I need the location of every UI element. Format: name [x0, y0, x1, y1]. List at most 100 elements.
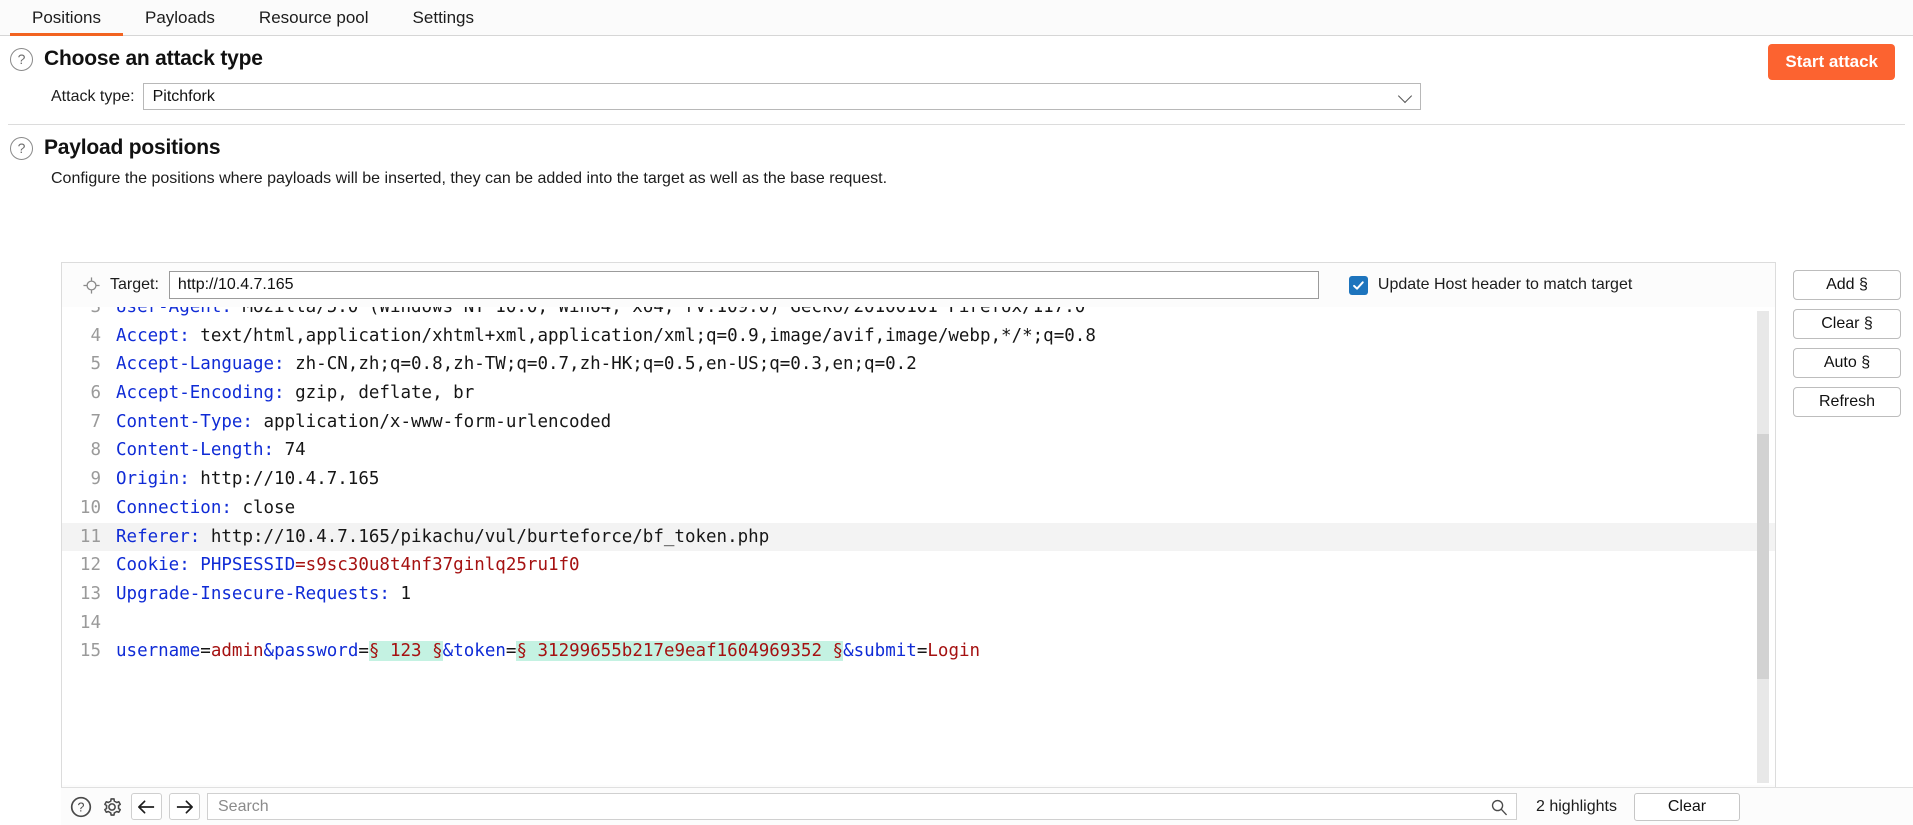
code-line: 14 [62, 609, 1775, 638]
header-value: http://10.4.7.165/pikachu/vul/burteforce… [200, 526, 770, 547]
code-line: 9 Origin: http://10.4.7.165 [62, 465, 1775, 494]
tab-resource-pool-label: Resource pool [258, 7, 369, 27]
code-line: 3 User-Agent: Mozilla/5.0 (Windows NT 10… [62, 307, 1775, 322]
payload-marker-2[interactable]: § 31299655b217e9eaf1604969352 § [516, 641, 844, 662]
tab-payloads[interactable]: Payloads [123, 0, 237, 35]
chevron-down-icon [1397, 88, 1412, 103]
line-number: 12 [79, 555, 101, 576]
tab-settings[interactable]: Settings [391, 0, 496, 35]
code-line: 7 Content-Type: application/x-www-form-u… [62, 408, 1775, 437]
tab-resource-pool[interactable]: Resource pool [237, 0, 391, 35]
header-key: Accept-Language: [116, 354, 285, 375]
line-number: 14 [79, 612, 101, 633]
param-name: &password [263, 641, 359, 662]
left-gutter [0, 524, 61, 825]
header-key: Connection: [116, 497, 232, 518]
payload-positions-heading-row: ? Payload positions [0, 125, 1913, 164]
update-host-header-label: Update Host header to match target [1377, 276, 1633, 293]
arrow-right-icon [176, 799, 193, 814]
code-line: 4 Accept: text/html,application/xhtml+xm… [62, 322, 1775, 351]
payload-positions-heading: Payload positions [44, 136, 221, 159]
code-line: 6 Accept-Encoding: gzip, deflate, br [62, 379, 1775, 408]
param-name: &submit [843, 641, 917, 662]
param-name: username [116, 641, 201, 662]
param-name: &token [442, 641, 506, 662]
checkbox-checked-icon[interactable] [1348, 275, 1368, 295]
back-button[interactable] [131, 793, 162, 820]
header-value: gzip, deflate, br [284, 383, 475, 404]
code-line: 12 Cookie: PHPSESSID=s9sc30u8t4nf37ginlq… [62, 551, 1775, 580]
choose-attack-type-section: ? Choose an attack type Attack type: Pit… [0, 36, 1913, 110]
header-key: Upgrade-Insecure-Requests: [116, 583, 390, 604]
arrow-left-icon [138, 799, 155, 814]
tab-positions[interactable]: Positions [10, 0, 123, 36]
header-value: close [231, 497, 296, 518]
line-number: 8 [90, 440, 101, 461]
http-request-editor[interactable]: 3 User-Agent: Mozilla/5.0 (Windows NT 10… [62, 307, 1775, 785]
line-number: 4 [90, 325, 101, 346]
code-line: 13 Upgrade-Insecure-Requests: 1 [62, 580, 1775, 609]
header-key: Accept: [116, 325, 190, 346]
line-number: 13 [79, 583, 101, 604]
search-field-wrapper[interactable] [207, 793, 1517, 820]
header-key: Content-Length: [116, 440, 275, 461]
param-value: admin [210, 641, 264, 662]
code-line: 8 Content-Length: 74 [62, 436, 1775, 465]
header-value: text/html,application/xhtml+xml,applicat… [189, 325, 1096, 346]
line-number: 3 [90, 307, 101, 317]
request-editor-panel-wrapper: Target: Update Host header to match targ… [0, 262, 1913, 825]
gear-icon[interactable] [100, 795, 124, 819]
payload-positions-section: ? Payload positions Configure the positi… [0, 125, 1913, 188]
code-line: 10 Connection: close [62, 494, 1775, 523]
search-input[interactable] [216, 796, 1508, 817]
attack-type-label: Attack type: [51, 87, 135, 105]
target-input[interactable] [168, 271, 1319, 299]
line-number: 7 [90, 411, 101, 432]
attack-type-heading-row: ? Choose an attack type [0, 36, 1913, 75]
header-value: http://10.4.7.165 [189, 469, 380, 490]
editor-vertical-scrollbar[interactable] [1757, 311, 1769, 783]
clear-highlights-button[interactable]: Clear [1633, 792, 1740, 821]
header-key: Origin: [116, 469, 190, 490]
header-value: zh-CN,zh;q=0.8,zh-TW;q=0.7,zh-HK;q=0.5,e… [284, 354, 917, 375]
question-circle-icon[interactable]: ? [69, 795, 93, 819]
header-key: Referer: [116, 526, 201, 547]
question-circle-icon[interactable]: ? [10, 47, 33, 71]
question-circle-icon[interactable]: ? [10, 136, 33, 160]
target-label: Target: [110, 276, 159, 293]
tab-positions-label: Positions [32, 7, 101, 27]
line-number: 15 [79, 641, 101, 662]
target-row: Target: Update Host header to match targ… [62, 263, 1775, 307]
update-host-header-checkbox-row[interactable]: Update Host header to match target [1348, 275, 1633, 295]
line-number: 9 [90, 469, 101, 490]
header-key: Content-Type: [116, 411, 253, 432]
magnifier-icon[interactable] [1490, 798, 1508, 821]
code-line: 5 Accept-Language: zh-CN,zh;q=0.8,zh-TW;… [62, 350, 1775, 379]
line-number: 10 [79, 497, 101, 518]
header-key: Cookie: [116, 555, 190, 576]
payload-positions-description: Configure the positions where payloads w… [51, 170, 888, 187]
param-value: Login [927, 641, 981, 662]
line-number: 5 [90, 354, 101, 375]
svg-text:?: ? [78, 800, 85, 814]
crosshair-icon [83, 276, 100, 294]
attack-type-selected-value: Pitchfork [152, 87, 215, 105]
header-key: Accept-Encoding: [116, 383, 285, 404]
request-editor-panel: Target: Update Host header to match targ… [61, 262, 1776, 825]
cookie-name: PHPSESSID [189, 555, 296, 576]
code-line: 11 Referer: http://10.4.7.165/pikachu/vu… [62, 522, 1775, 552]
attack-type-select[interactable]: Pitchfork [142, 83, 1421, 110]
tab-payloads-label: Payloads [144, 7, 215, 27]
attack-type-field-row: Attack type: Pitchfork [0, 75, 1913, 110]
start-attack-button[interactable]: Start attack [1768, 44, 1895, 80]
forward-button[interactable] [169, 793, 200, 820]
header-value: 74 [274, 440, 306, 461]
header-value: application/x-www-form-urlencoded [252, 411, 612, 432]
header-value: Mozilla/5.0 (Windows NT 10.0; Win64; x64… [231, 307, 1086, 317]
payload-marker-1[interactable]: § 123 § [368, 641, 443, 662]
highlight-count-label: 2 highlights [1536, 797, 1617, 815]
header-value: 1 [389, 583, 412, 604]
editor-status-bar: ? 2 highlights Clear [61, 787, 1913, 825]
scrollbar-thumb[interactable] [1757, 433, 1769, 680]
line-number: 11 [79, 526, 101, 547]
